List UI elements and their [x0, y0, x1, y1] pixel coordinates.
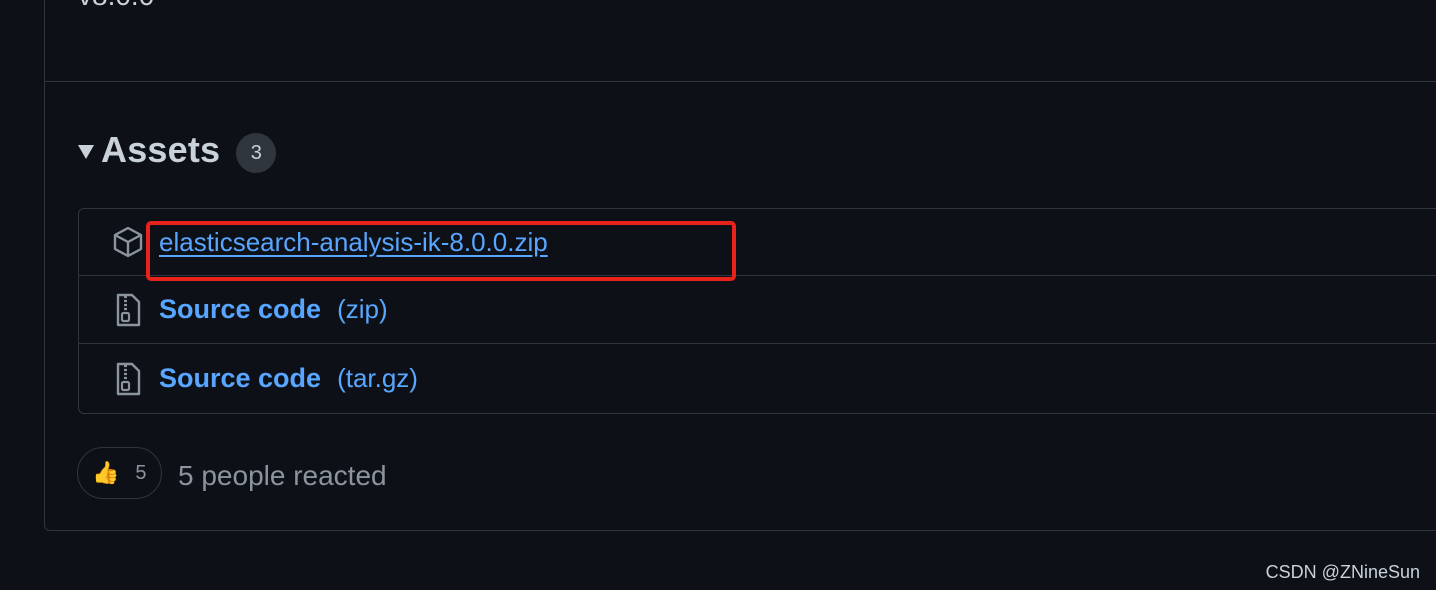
- annotation-highlight-box: [146, 221, 736, 281]
- source-format-label: (zip): [337, 294, 388, 324]
- source-code-label: Source code: [159, 294, 322, 324]
- source-code-targz-link[interactable]: Source code (tar.gz): [159, 363, 418, 394]
- reaction-count: 5: [135, 461, 147, 484]
- file-zip-icon: [113, 293, 143, 327]
- asset-row: Source code (tar.gz): [79, 344, 1436, 413]
- assets-toggle[interactable]: Assets 3: [78, 126, 277, 174]
- assets-heading: Assets: [101, 129, 221, 170]
- watermark: CSDN @ZNineSun: [1265, 562, 1420, 582]
- source-code-zip-link[interactable]: Source code (zip): [159, 294, 388, 325]
- assets-count-badge: 3: [236, 133, 277, 173]
- triangle-down-icon: [78, 145, 94, 159]
- package-icon: [113, 225, 143, 259]
- source-format-label: (tar.gz): [337, 363, 418, 393]
- section-divider: [45, 81, 1436, 82]
- release-page: v8.0.0 Assets 3 elasticsearch-analysis-i…: [0, 0, 1436, 590]
- source-code-label: Source code: [159, 363, 322, 393]
- thumbs-up-icon: 👍: [92, 460, 120, 485]
- file-zip-icon: [113, 362, 143, 396]
- release-version: v8.0.0: [78, 0, 154, 10]
- asset-row: Source code (zip): [79, 276, 1436, 344]
- thumbs-up-reaction-button[interactable]: 👍 5: [77, 447, 162, 499]
- reaction-summary: 5 people reacted: [178, 460, 387, 491]
